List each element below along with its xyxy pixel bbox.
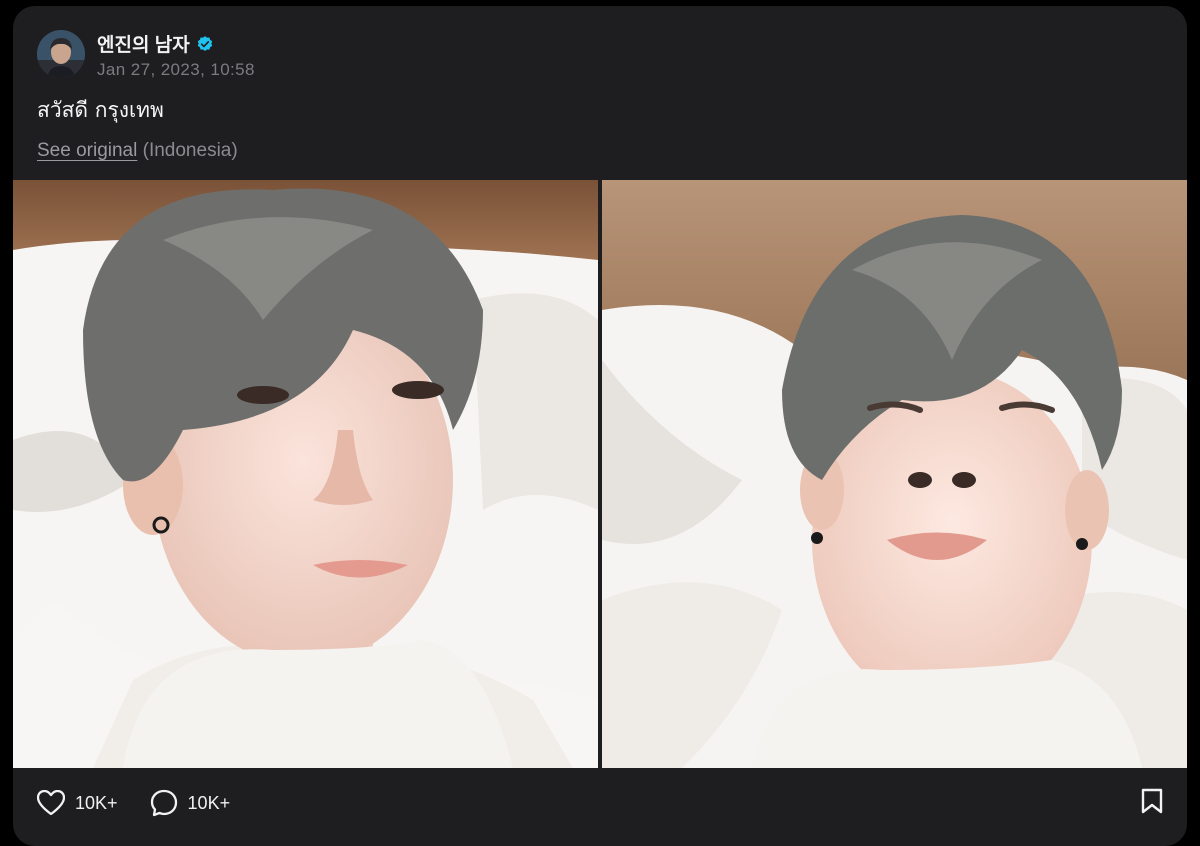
heart-icon [37,790,65,816]
photo-gallery [13,180,1187,768]
verified-badge-icon [197,35,212,51]
see-original-link[interactable]: See original [37,140,137,161]
post-timestamp: Jan 27, 2023, 10:58 [97,60,255,79]
author-name[interactable]: 엔진의 남자 [97,30,190,57]
selfie-photo-2-icon [602,180,1187,768]
comment-bubble-icon [150,789,177,817]
translation-row: See original (Indonesia) [37,140,238,162]
avatar-image [37,30,85,78]
original-language: (Indonesia) [142,140,238,161]
comment-button[interactable]: 10K+ [150,789,231,817]
post-photo-2[interactable] [602,180,1187,768]
post-photo-1[interactable] [13,180,598,768]
author-avatar[interactable] [37,30,85,78]
bookmark-icon [1141,788,1163,813]
selfie-photo-1-icon [13,180,598,768]
post-text: สวัสดี กรุงเทพ [37,98,164,122]
bookmark-button[interactable] [1141,788,1163,819]
comment-count: 10K+ [187,792,231,813]
post-card: 엔진의 남자 Jan 27, 2023, 10:58 สวัสดี กรุงเท… [13,6,1187,846]
like-count: 10K+ [75,792,118,813]
like-button[interactable]: 10K+ [37,790,118,816]
author-name-row[interactable]: 엔진의 남자 [97,30,214,57]
post-actions-bar: 10K+ 10K+ [37,788,1163,818]
